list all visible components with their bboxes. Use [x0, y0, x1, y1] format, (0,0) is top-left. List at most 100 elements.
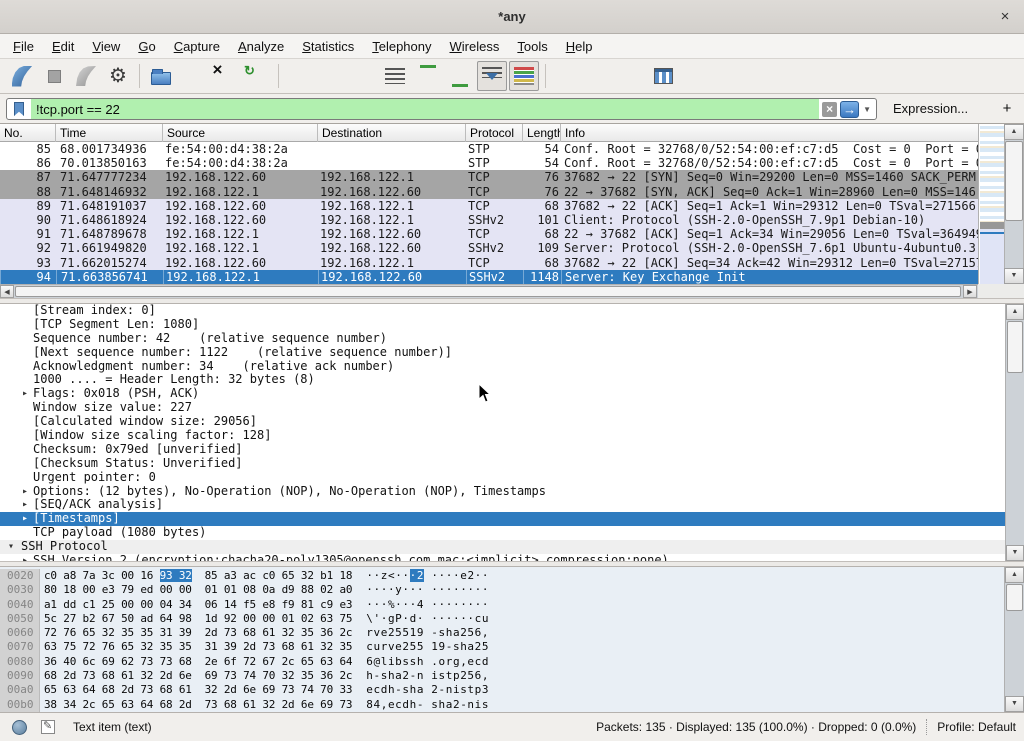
save-file-icon[interactable]	[178, 61, 208, 91]
hex-row-0060[interactable]: 0060 72 76 65 32 35 35 31 39 2d 73 68 61…	[0, 626, 1004, 640]
close-window-button[interactable]: ×	[996, 8, 1014, 26]
packet-row-85[interactable]: 85 68.001734936 fe:54:00:d4:38:2a STP 54…	[0, 142, 978, 156]
hex-ascii[interactable]: ···%···4 ········	[366, 598, 489, 612]
hex-row-00a0[interactable]: 00a0 65 63 64 68 2d 73 68 61 32 2d 6e 69…	[0, 683, 1004, 697]
display-filter-input[interactable]: !tcp.port == 22	[31, 99, 819, 119]
apply-filter-button[interactable]: →	[840, 101, 859, 118]
toolbar-separator[interactable]	[541, 61, 550, 91]
expander-icon[interactable]: ▾	[8, 540, 14, 554]
restart-capture-icon[interactable]	[71, 61, 101, 91]
detail-row-header-length[interactable]: 1000 .... = Header Length: 32 bytes (8)	[0, 373, 1005, 387]
column-header[interactable]: No.	[0, 124, 56, 142]
packet-minimap[interactable]	[978, 124, 1004, 284]
scrollbar-thumb[interactable]	[15, 286, 961, 297]
hex-bytes[interactable]: 65 63 64 68 2d 73 68 61 32 2d 6e 69 73 7…	[44, 683, 352, 697]
bytes-vscrollbar[interactable]: ▲ ▼	[1004, 567, 1024, 712]
hex-row-0090[interactable]: 0090 68 2d 73 68 61 32 2d 6e 69 73 74 70…	[0, 669, 1004, 683]
hex-ascii[interactable]: ··z<···2 ····e2··	[366, 569, 489, 583]
hex-row-0070[interactable]: 0070 63 75 72 76 65 32 35 35 31 39 2d 73…	[0, 640, 1004, 654]
hex-row-0040[interactable]: 0040 a1 dd c1 25 00 00 04 34 06 14 f5 e8…	[0, 598, 1004, 612]
detail-row-calculated-window-size[interactable]: [Calculated window size: 29056]	[0, 415, 1005, 429]
packet-row-93[interactable]: 93 71.662015274 192.168.122.60 192.168.1…	[0, 256, 978, 270]
go-back-icon[interactable]	[317, 61, 347, 91]
hex-ascii[interactable]: rve25519 -sha256,	[366, 626, 489, 640]
hex-bytes[interactable]: 63 75 72 76 65 32 35 35 31 39 2d 73 68 6…	[44, 640, 352, 654]
clear-filter-button[interactable]: ×	[822, 102, 837, 117]
expression-button[interactable]: Expression...	[893, 101, 968, 116]
detail-row-tcp-segment-len[interactable]: [TCP Segment Len: 1080]	[0, 318, 1005, 332]
detail-row-flags[interactable]: ▸ Flags: 0x018 (PSH, ACK)	[0, 387, 1005, 401]
packet-row-94[interactable]: 94 71.663856741 192.168.122.1 192.168.12…	[0, 270, 978, 284]
close-file-icon[interactable]	[210, 61, 240, 91]
profile-label[interactable]: Profile: Default	[937, 720, 1016, 734]
detail-row-seq-ack-analysis[interactable]: ▸ [SEQ/ACK analysis]	[0, 498, 1005, 512]
packet-row-88[interactable]: 88 71.648146932 192.168.122.1 192.168.12…	[0, 185, 978, 199]
resize-columns-icon[interactable]	[648, 61, 678, 91]
detail-row-tcp-payload[interactable]: TCP payload (1080 bytes)	[0, 526, 1005, 540]
detail-row-checksum[interactable]: Checksum: 0x79ed [unverified]	[0, 443, 1005, 457]
detail-row-options[interactable]: ▸ Options: (12 bytes), No-Operation (NOP…	[0, 485, 1005, 499]
column-header[interactable]: Length	[523, 124, 561, 142]
menu-item[interactable]: Help	[557, 36, 602, 57]
expander-icon[interactable]: ▸	[22, 387, 28, 401]
packet-row-91[interactable]: 91 71.648789678 192.168.122.1 192.168.12…	[0, 227, 978, 241]
scroll-up-button[interactable]: ▲	[1006, 304, 1024, 320]
detail-row-sequence-number[interactable]: Sequence number: 42 (relative sequence n…	[0, 332, 1005, 346]
hex-ascii[interactable]: \'·gP·d· ······cu	[366, 612, 489, 626]
scroll-right-button[interactable]: ▶	[963, 285, 977, 298]
filter-bookmark-icon[interactable]	[14, 102, 24, 116]
zoom-out-icon[interactable]	[584, 61, 614, 91]
hex-row-00b0[interactable]: 00b0 38 34 2c 65 63 64 68 2d 73 68 61 32…	[0, 698, 1004, 712]
hex-ascii[interactable]: curve255 19-sha25	[366, 640, 489, 654]
menu-item[interactable]: View	[83, 36, 129, 57]
capture-options-icon[interactable]	[103, 61, 133, 91]
packet-row-92[interactable]: 92 71.661949820 192.168.122.1 192.168.12…	[0, 241, 978, 255]
go-to-bottom-icon[interactable]	[445, 61, 475, 91]
scroll-up-button[interactable]: ▲	[1004, 124, 1024, 140]
hex-row-0030[interactable]: 0030 80 18 00 e3 79 ed 00 00 01 01 08 0a…	[0, 583, 1004, 597]
detail-row-next-sequence-number[interactable]: [Next sequence number: 1122 (relative se…	[0, 346, 1005, 360]
hex-row-0050[interactable]: 0050 5c 27 b2 67 50 ad 64 98 1d 92 00 00…	[0, 612, 1004, 626]
zoom-in-icon[interactable]	[552, 61, 582, 91]
detail-row-checksum-status[interactable]: [Checksum Status: Unverified]	[0, 457, 1005, 471]
auto-scroll-toggle-icon[interactable]	[477, 61, 507, 91]
expert-info-icon[interactable]	[12, 720, 27, 735]
stop-capture-icon[interactable]	[39, 61, 69, 91]
packet-list-hscrollbar[interactable]: ◀ ▶	[0, 284, 978, 298]
hex-bytes[interactable]: 68 2d 73 68 61 32 2d 6e 69 73 74 70 32 3…	[44, 669, 352, 683]
column-header[interactable]: Source	[163, 124, 318, 142]
column-header[interactable]: Protocol	[466, 124, 523, 142]
scrollbar-thumb[interactable]	[1007, 321, 1023, 373]
packet-row-89[interactable]: 89 71.648191037 192.168.122.60 192.168.1…	[0, 199, 978, 213]
toolbar-separator[interactable]	[274, 61, 283, 91]
detail-row-ssh-protocol[interactable]: ▾ SSH Protocol	[0, 540, 1005, 554]
add-filter-button[interactable]: +	[998, 100, 1016, 117]
expander-icon[interactable]: ▸	[22, 485, 28, 499]
hex-bytes[interactable]: 80 18 00 e3 79 ed 00 00 01 01 08 0a d9 8…	[44, 583, 352, 597]
details-vscrollbar[interactable]: ▲ ▼	[1005, 304, 1024, 561]
menu-item[interactable]: Capture	[165, 36, 229, 57]
hex-row-0020[interactable]: 0020 c0 a8 7a 3c 00 16 93 32 85 a3 ac c0…	[0, 569, 1004, 583]
find-packet-icon[interactable]	[285, 61, 315, 91]
hex-ascii[interactable]: h-sha2-n istp256,	[366, 669, 489, 683]
toolbar-separator[interactable]	[135, 61, 144, 91]
packet-list-vscrollbar[interactable]: ▲ ▼	[1004, 124, 1024, 284]
scroll-down-button[interactable]: ▼	[1004, 268, 1024, 284]
hex-ascii[interactable]: ecdh-sha 2-nistp3	[366, 683, 489, 697]
hex-bytes[interactable]: 72 76 65 32 35 35 31 39 2d 73 68 61 32 3…	[44, 626, 352, 640]
detail-row-timestamps[interactable]: ▸ [Timestamps]	[0, 512, 1005, 526]
menu-item[interactable]: Telephony	[363, 36, 440, 57]
hex-ascii[interactable]: 6@libssh .org,ecd	[366, 655, 489, 669]
scroll-down-button[interactable]: ▼	[1006, 545, 1024, 561]
display-filter-field[interactable]: !tcp.port == 22 × → ▼	[6, 98, 877, 120]
column-header[interactable]: Time	[56, 124, 163, 142]
hex-ascii[interactable]: ····y··· ········	[366, 583, 489, 597]
packet-row-87[interactable]: 87 71.647777234 192.168.122.60 192.168.1…	[0, 170, 978, 184]
filter-history-dropdown-icon[interactable]: ▼	[859, 105, 876, 114]
hex-ascii[interactable]: 84,ecdh- sha2-nis	[366, 698, 489, 712]
menu-item[interactable]: Edit	[43, 36, 83, 57]
start-capture-icon[interactable]	[7, 61, 37, 91]
menu-item[interactable]: Statistics	[293, 36, 363, 57]
detail-row-stream-index[interactable]: [Stream index: 0]	[0, 304, 1005, 318]
packet-row-86[interactable]: 86 70.013850163 fe:54:00:d4:38:2a STP 54…	[0, 156, 978, 170]
